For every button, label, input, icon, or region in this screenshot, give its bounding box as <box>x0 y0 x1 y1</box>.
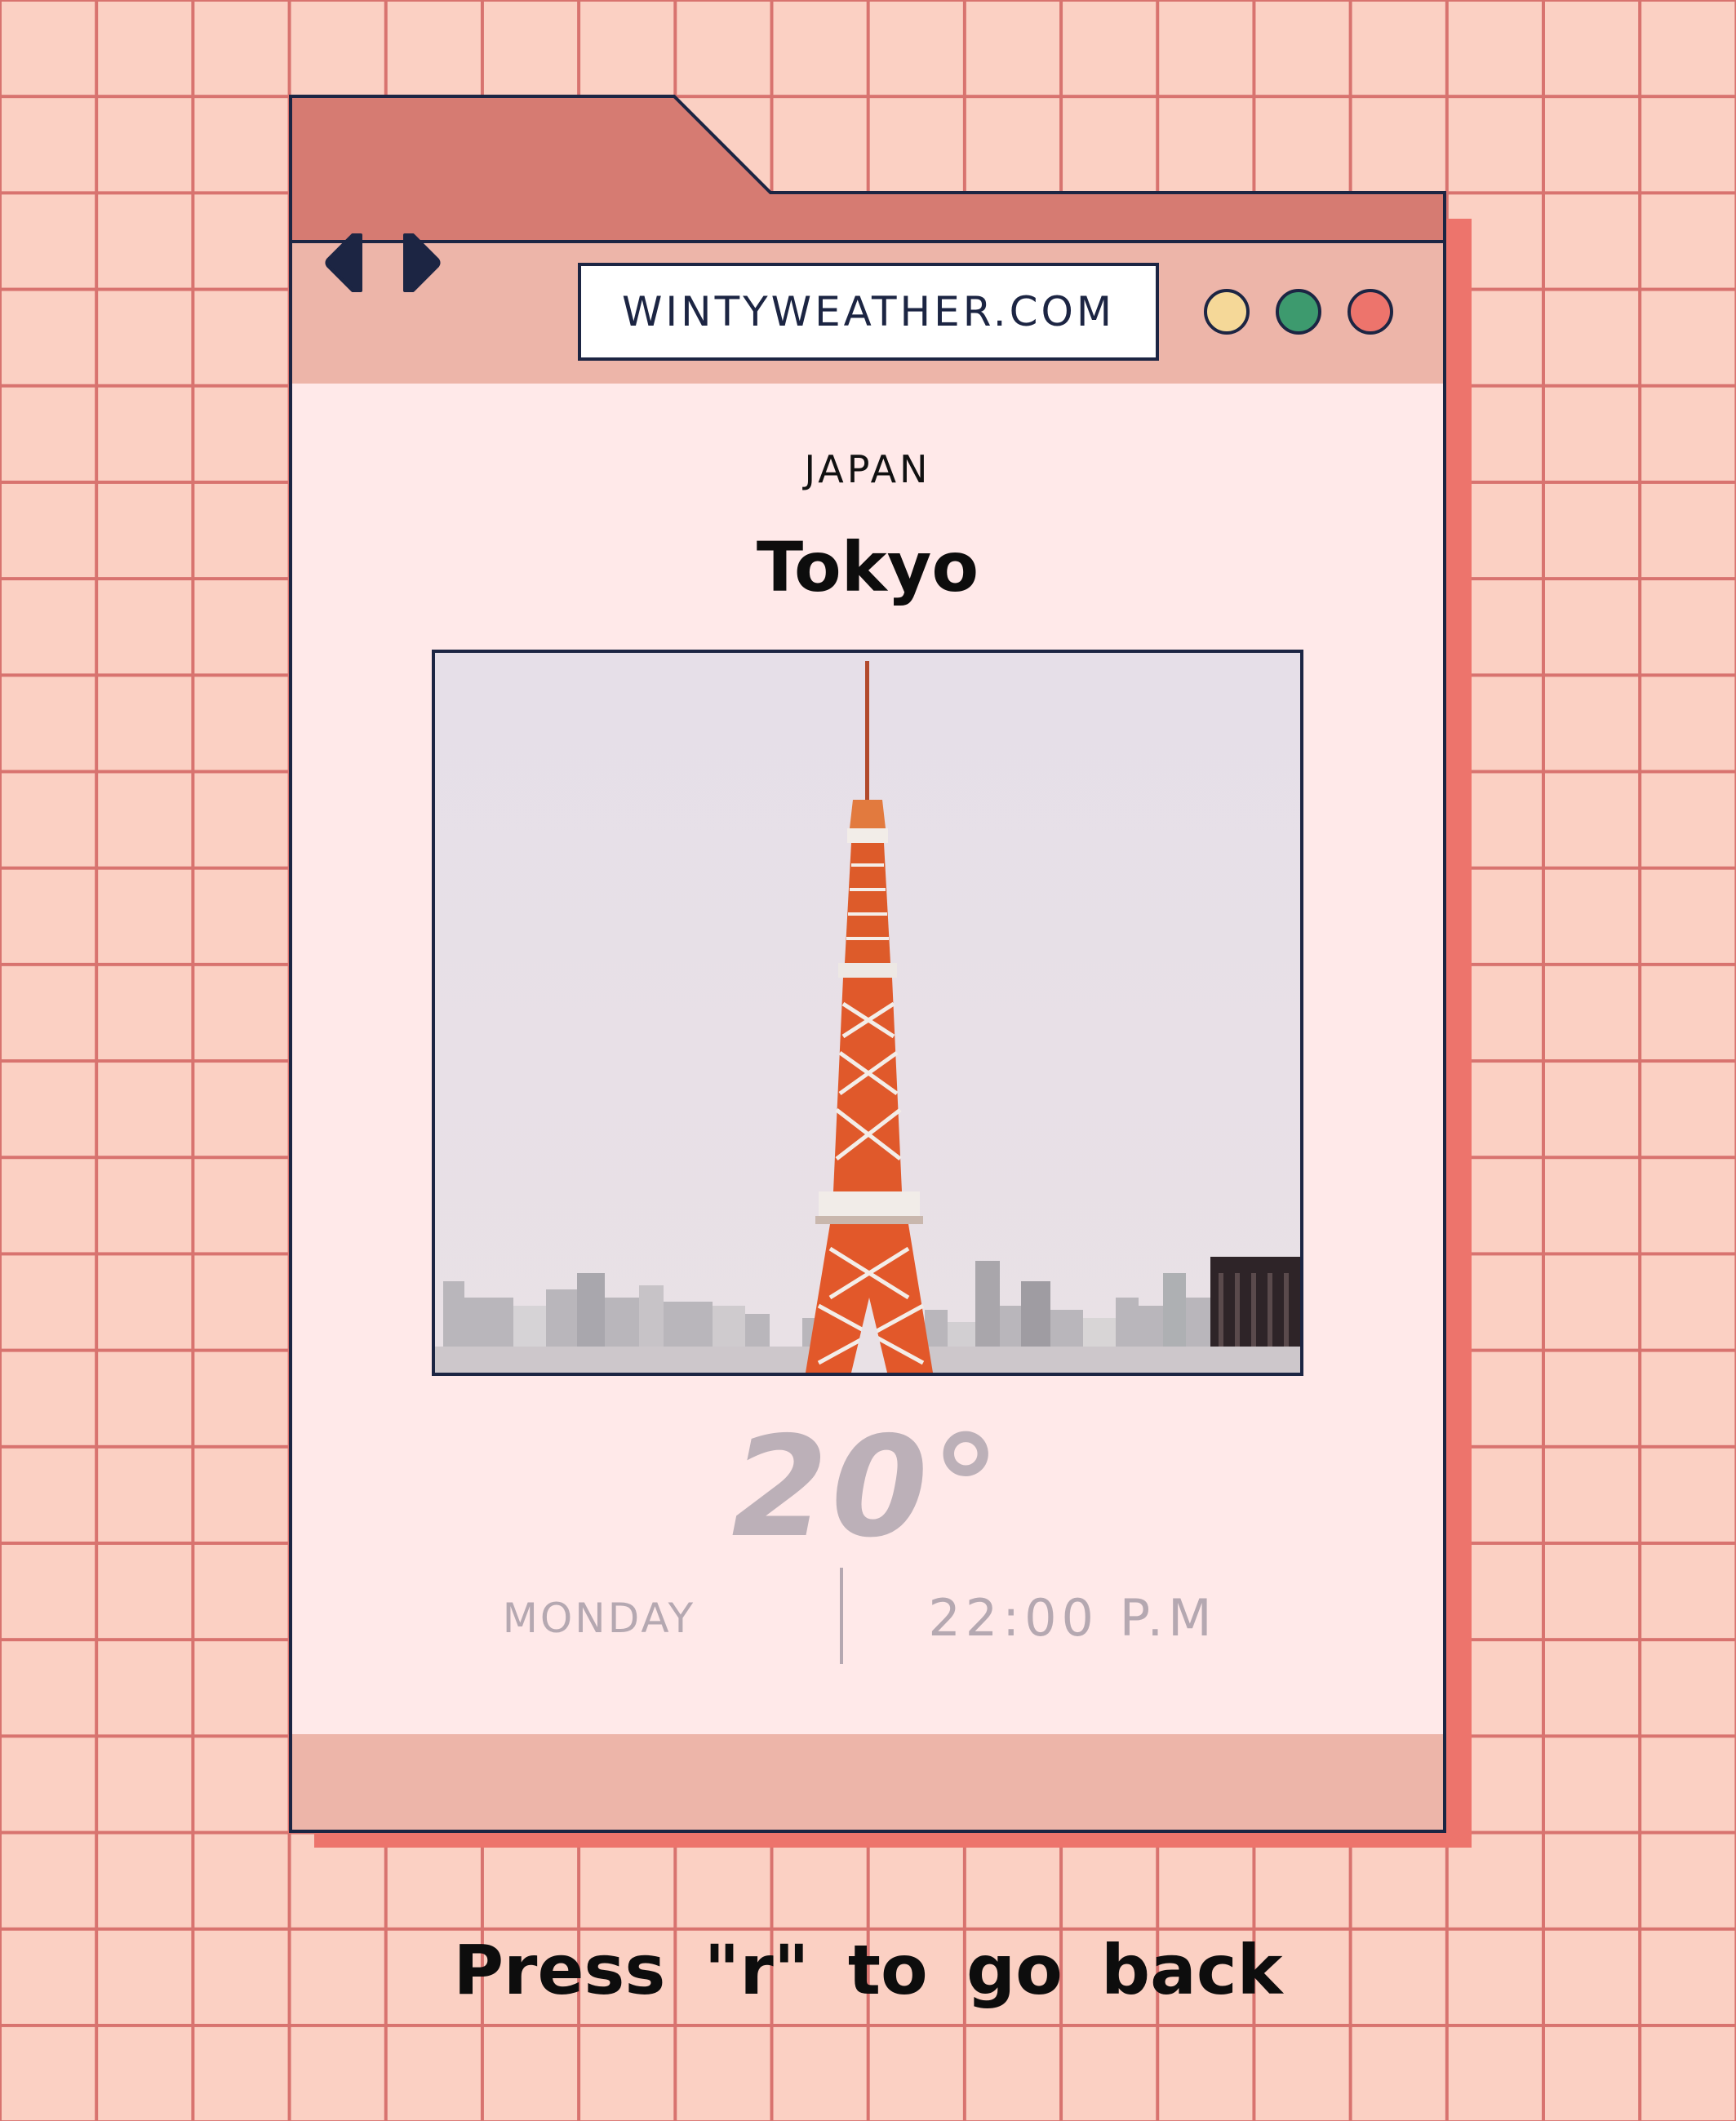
go-back-hint: Press "r" to go back <box>453 1930 1283 2010</box>
caret-right-icon <box>403 233 441 292</box>
address-bar[interactable]: WINTYWEATHER.COM <box>578 263 1159 361</box>
city-name: Tokyo <box>756 527 979 607</box>
day-label: MONDAY <box>502 1595 696 1642</box>
time-label: 22:00 P.M <box>928 1588 1217 1648</box>
browser-tab <box>289 95 1446 243</box>
url-text: WINTYWEATHER.COM <box>621 288 1115 335</box>
maximize-button[interactable] <box>1276 289 1321 335</box>
country-label: JAPAN <box>804 447 931 491</box>
browser-window: WINTYWEATHER.COM JAPAN Tokyo 20° MONDAY … <box>289 95 1446 1833</box>
back-button[interactable] <box>325 232 364 294</box>
temperature-value: 20° <box>731 1407 1004 1569</box>
forward-button[interactable] <box>402 232 441 294</box>
day-time-divider <box>840 1568 843 1664</box>
city-photo <box>432 650 1303 1376</box>
close-button[interactable] <box>1348 289 1393 335</box>
caret-left-icon <box>325 233 362 292</box>
minimize-button[interactable] <box>1204 289 1250 335</box>
window-footer <box>289 1734 1446 1833</box>
tokyo-tower-image <box>435 653 1300 1373</box>
